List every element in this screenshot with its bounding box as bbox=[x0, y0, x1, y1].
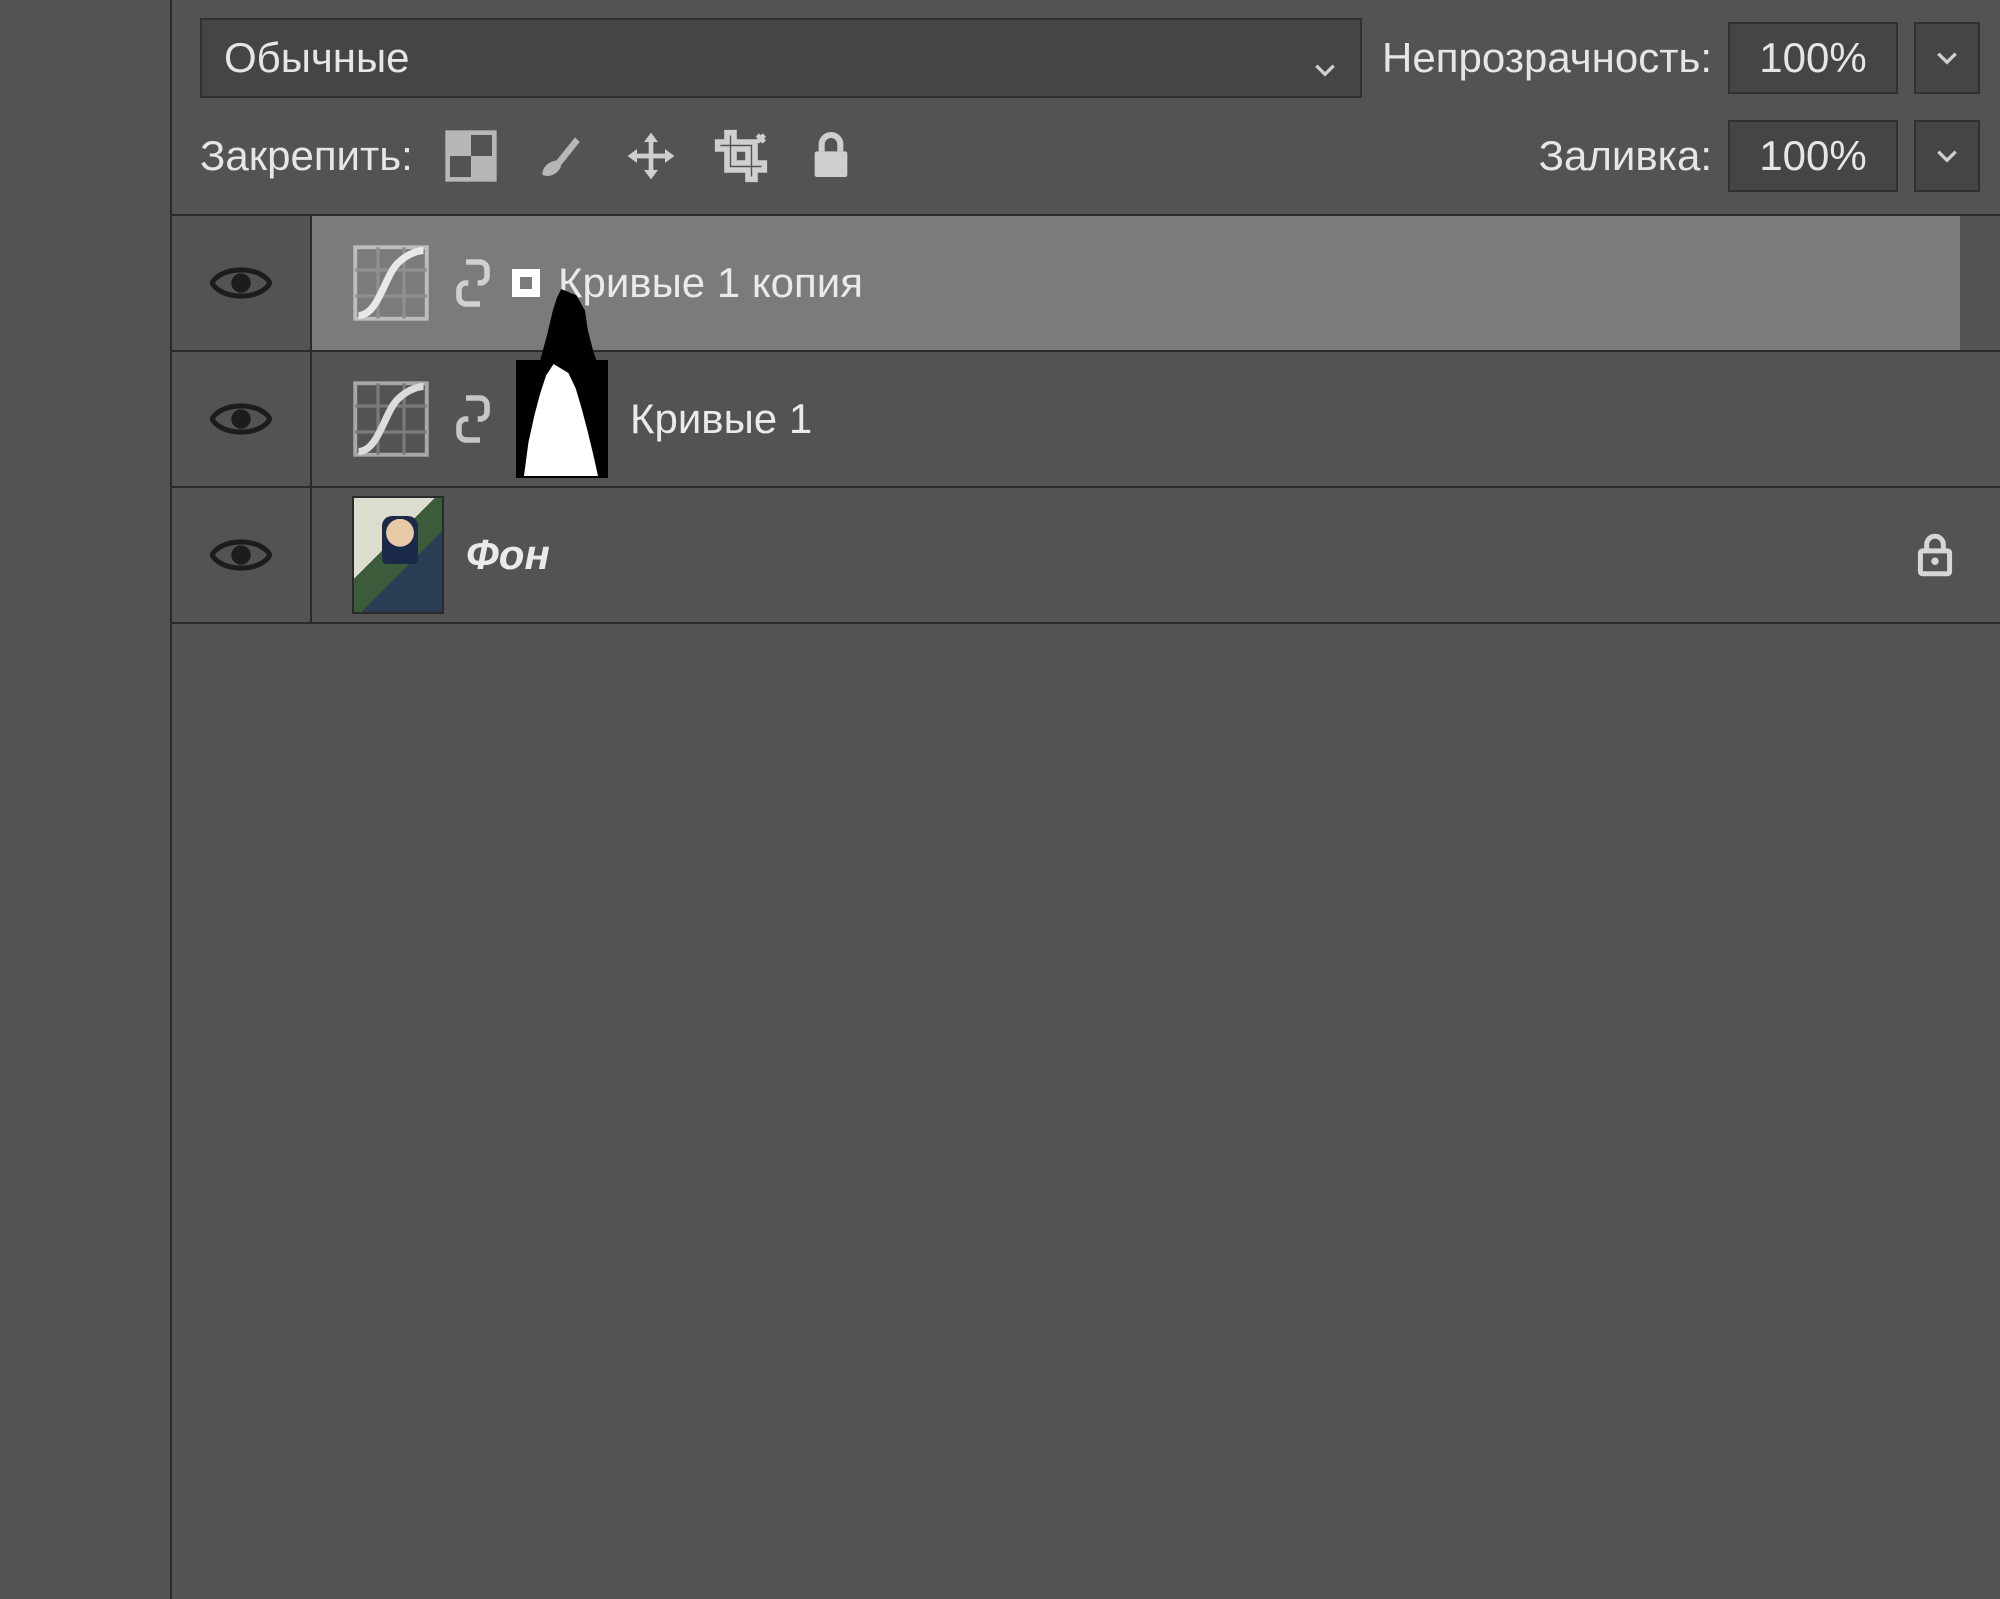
opacity-label: Непрозрачность: bbox=[1382, 34, 1712, 82]
opacity-value-input[interactable]: 100% bbox=[1728, 22, 1898, 94]
lock-fill-row: Закрепить: bbox=[172, 98, 2000, 216]
move-icon[interactable] bbox=[623, 128, 679, 184]
layer-row[interactable]: Фон bbox=[172, 488, 2000, 624]
layers-list: Кривые 1 копия bbox=[172, 216, 2000, 624]
curves-adjustment-icon[interactable] bbox=[352, 380, 430, 458]
fill-value-input[interactable]: 100% bbox=[1728, 120, 1898, 192]
layer-name[interactable]: Кривые 1 bbox=[630, 395, 812, 443]
blend-opacity-row: Обычные Непрозрачность: 100% bbox=[172, 0, 2000, 98]
link-icon[interactable] bbox=[452, 255, 494, 311]
eye-icon[interactable] bbox=[210, 262, 272, 304]
empty-area bbox=[172, 624, 2000, 1524]
opacity-group: Непрозрачность: 100% bbox=[1382, 22, 1980, 94]
opacity-dropdown-button[interactable] bbox=[1914, 22, 1980, 94]
layer-mask-thumbnail-selected[interactable] bbox=[516, 273, 536, 293]
chevron-down-icon bbox=[1312, 45, 1338, 71]
layers-panel: Обычные Непрозрачность: 100% Закрепить: bbox=[170, 0, 2000, 1599]
layer-body: Кривые 1 bbox=[312, 352, 1960, 486]
fill-dropdown-button[interactable] bbox=[1914, 120, 1980, 192]
visibility-column bbox=[172, 488, 312, 622]
chevron-down-icon bbox=[1934, 143, 1960, 169]
fill-value: 100% bbox=[1759, 132, 1866, 180]
visibility-column bbox=[172, 216, 312, 350]
fill-group: Заливка: 100% bbox=[1539, 120, 1980, 192]
brush-icon[interactable] bbox=[533, 128, 589, 184]
visibility-column bbox=[172, 352, 312, 486]
eye-icon[interactable] bbox=[210, 534, 272, 576]
eye-icon[interactable] bbox=[210, 398, 272, 440]
fill-label: Заливка: bbox=[1539, 132, 1712, 180]
layer-name[interactable]: Кривые 1 копия bbox=[558, 259, 863, 307]
lock-icon[interactable] bbox=[803, 128, 859, 184]
curves-adjustment-icon[interactable] bbox=[352, 244, 430, 322]
blend-mode-value: Обычные bbox=[224, 34, 410, 82]
layer-body: Фон bbox=[312, 488, 1960, 622]
lock-transparent-icon[interactable] bbox=[443, 128, 499, 184]
layer-mask-thumbnail[interactable] bbox=[516, 360, 608, 478]
layer-row[interactable]: Кривые 1 bbox=[172, 352, 2000, 488]
chevron-down-icon bbox=[1934, 45, 1960, 71]
layer-body: Кривые 1 копия bbox=[312, 216, 1960, 350]
layer-name[interactable]: Фон bbox=[466, 531, 550, 579]
opacity-value: 100% bbox=[1759, 34, 1866, 82]
blend-mode-select[interactable]: Обычные bbox=[200, 18, 1362, 98]
lock-icons-group bbox=[443, 128, 859, 184]
lock-icon[interactable] bbox=[1910, 528, 1960, 582]
link-icon[interactable] bbox=[452, 391, 494, 447]
layer-thumbnail[interactable] bbox=[352, 496, 444, 614]
artboard-crop-icon[interactable] bbox=[713, 128, 769, 184]
lock-label: Закрепить: bbox=[200, 132, 413, 180]
layer-row[interactable]: Кривые 1 копия bbox=[172, 216, 2000, 352]
